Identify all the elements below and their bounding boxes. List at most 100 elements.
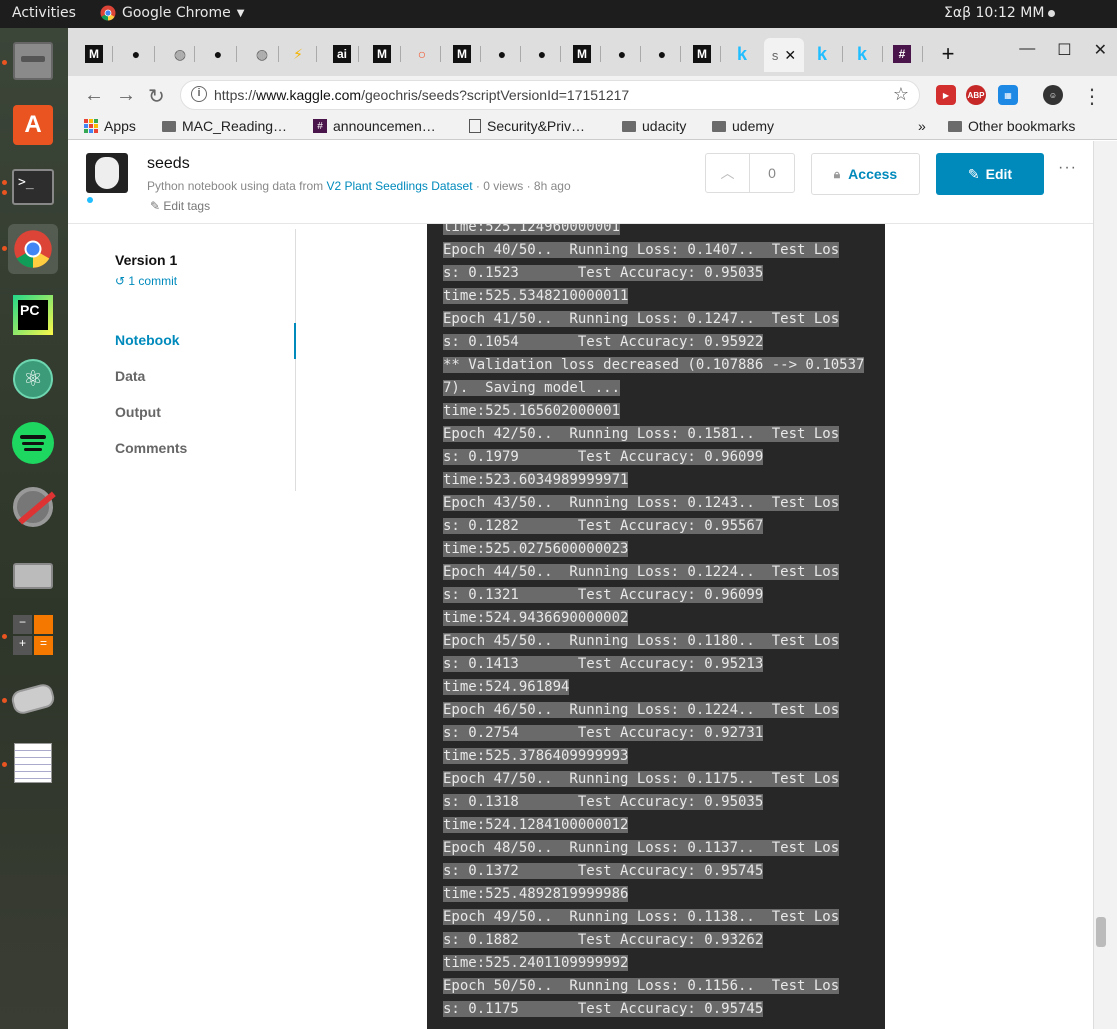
tab-github[interactable]: ● bbox=[124, 40, 148, 68]
avatar[interactable] bbox=[86, 153, 128, 193]
dataset-link[interactable]: V2 Plant Seedlings Dataset bbox=[326, 179, 472, 193]
tab-github[interactable]: ● bbox=[650, 40, 674, 68]
terminal-icon[interactable]: >_ bbox=[8, 162, 58, 212]
profile-avatar[interactable]: ☺ bbox=[1043, 85, 1063, 105]
log-line-text: time:525.4892819999986 bbox=[443, 886, 629, 902]
github-icon: ● bbox=[131, 46, 141, 62]
tab-separator bbox=[236, 46, 237, 62]
tab-github[interactable]: ● bbox=[610, 40, 634, 68]
medium-icon: M bbox=[85, 45, 103, 63]
edit-tags-link[interactable]: ✎ Edit tags bbox=[150, 199, 210, 213]
tab-ring[interactable]: ○ bbox=[410, 40, 434, 68]
new-tab-button[interactable]: + bbox=[936, 40, 960, 68]
bookmark-item[interactable]: # announcemen… bbox=[313, 118, 436, 134]
tab-medium[interactable]: M bbox=[690, 40, 714, 68]
back-arrow-icon[interactable]: ← bbox=[84, 84, 104, 107]
bookmark-item[interactable]: Security&Priv… bbox=[469, 118, 585, 134]
log-line: time:525.2401109999992 bbox=[443, 952, 864, 975]
software-center-icon[interactable]: A bbox=[8, 100, 58, 150]
tab-medium[interactable]: M bbox=[370, 40, 394, 68]
maximize-icon[interactable]: ☐ bbox=[1057, 40, 1071, 60]
scrollbar-thumb[interactable] bbox=[1096, 917, 1106, 947]
tab-github[interactable]: ● bbox=[530, 40, 554, 68]
other-bookmarks[interactable]: Other bookmarks bbox=[948, 118, 1075, 134]
pencil-icon: ✎ bbox=[967, 165, 980, 182]
tab-active[interactable]: s ✕ bbox=[764, 38, 804, 72]
log-line: time:525.124960000001 bbox=[443, 224, 864, 239]
app-menu[interactable]: Google Chrome ▼ bbox=[100, 5, 244, 21]
tab-separator bbox=[720, 46, 721, 62]
bookmark-label: Security&Priv… bbox=[487, 118, 586, 134]
tab-kaggle[interactable]: k bbox=[810, 40, 834, 68]
sidebar-item-notebook[interactable]: Notebook bbox=[115, 332, 180, 348]
tab-github[interactable]: ● bbox=[490, 40, 514, 68]
log-line-text: Epoch 42/50.. Running Loss: 0.1581.. Tes… bbox=[443, 426, 840, 442]
sidebar-item-comments[interactable]: Comments bbox=[115, 440, 187, 456]
log-line-text: Epoch 43/50.. Running Loss: 0.1243.. Tes… bbox=[443, 495, 840, 511]
tab-web[interactable]: ◍ bbox=[166, 40, 194, 68]
bookmark-item[interactable]: udemy bbox=[712, 118, 774, 134]
activities-button[interactable]: Activities bbox=[12, 5, 76, 21]
tab-separator bbox=[842, 46, 843, 62]
pycharm-icon[interactable]: PC bbox=[8, 290, 58, 340]
tab-github[interactable]: ● bbox=[206, 40, 230, 68]
chrome-dock-icon[interactable] bbox=[8, 224, 58, 274]
toolbar: ← → ↻ i https://www.kaggle.com/geochris/… bbox=[68, 76, 1117, 114]
tab-web[interactable]: ◍ bbox=[248, 40, 276, 68]
tab-medium[interactable]: M bbox=[450, 40, 474, 68]
commit-link[interactable]: ↺ 1 commit bbox=[115, 274, 177, 288]
calculator-icon[interactable]: − + = bbox=[8, 610, 58, 660]
bookmark-apps[interactable]: Apps bbox=[84, 118, 136, 134]
running-indicator bbox=[2, 698, 7, 703]
window-controls: — ☐ ✕ bbox=[1019, 40, 1107, 60]
bookmarks-overflow[interactable]: » bbox=[918, 118, 926, 134]
tab-slack[interactable]: # bbox=[890, 40, 914, 68]
system-clock[interactable]: Σαβ 10:12 ΜΜ bbox=[944, 5, 1056, 21]
settings-icon[interactable] bbox=[8, 482, 58, 532]
menu-dots-icon[interactable]: ⋮ bbox=[1082, 84, 1102, 109]
address-bar[interactable]: i https://www.kaggle.com/geochris/seeds?… bbox=[180, 80, 920, 110]
minimize-icon[interactable]: — bbox=[1019, 40, 1035, 60]
tab-ai[interactable]: ai bbox=[330, 40, 354, 68]
log-line-text: Epoch 46/50.. Running Loss: 0.1224.. Tes… bbox=[443, 702, 840, 718]
upvote-button[interactable]: ︿ bbox=[706, 154, 750, 192]
close-window-icon[interactable]: ✕ bbox=[1094, 40, 1107, 60]
spotify-icon[interactable] bbox=[8, 418, 58, 468]
close-icon[interactable]: ✕ bbox=[784, 47, 796, 64]
notebook-output[interactable]: time:525.124960000001 Epoch 40/50.. Runni… bbox=[427, 224, 885, 1029]
log-line-text: s: 0.1523 Test Accuracy: 0.95035 bbox=[443, 265, 764, 281]
tab-separator bbox=[112, 46, 113, 62]
page-scrollbar[interactable] bbox=[1093, 141, 1117, 1029]
extension-icon[interactable]: ▦ bbox=[998, 85, 1018, 105]
tab-medium[interactable]: M bbox=[570, 40, 594, 68]
scanner-icon[interactable] bbox=[8, 674, 58, 724]
forward-arrow-icon[interactable]: → bbox=[116, 84, 136, 107]
text-editor-icon[interactable] bbox=[8, 738, 58, 788]
tab-kaggle[interactable]: k bbox=[850, 40, 874, 68]
bookmark-star-icon[interactable]: ☆ bbox=[893, 84, 909, 105]
atom-icon[interactable]: ⚛ bbox=[8, 354, 58, 404]
tab-separator bbox=[440, 46, 441, 62]
bookmark-item[interactable]: udacity bbox=[622, 118, 686, 134]
sidebar-item-output[interactable]: Output bbox=[115, 404, 161, 420]
mask-icon bbox=[95, 157, 119, 189]
edit-button[interactable]: ✎ Edit bbox=[936, 153, 1044, 195]
files-icon[interactable] bbox=[8, 36, 58, 86]
tab-bolt[interactable]: ⚡ bbox=[286, 40, 310, 68]
sidebar-item-data[interactable]: Data bbox=[115, 368, 145, 384]
info-icon[interactable]: i bbox=[191, 86, 207, 102]
adblock-icon[interactable]: ABP bbox=[966, 85, 986, 105]
tab-medium[interactable]: M bbox=[82, 40, 106, 68]
tab-strip: M ● ◍ ● ◍ ⚡ ai M ○ M ● ● M ● ● M k s ✕ k… bbox=[68, 28, 1117, 76]
reload-icon[interactable]: ↻ bbox=[148, 84, 165, 109]
extension-icon[interactable]: ▶ bbox=[936, 85, 956, 105]
access-button[interactable]: 🔒︎ Access bbox=[811, 153, 920, 195]
log-line: time:525.165602000001 bbox=[443, 400, 864, 423]
log-line: s: 0.1321 Test Accuracy: 0.96099 bbox=[443, 584, 864, 607]
tab-kaggle[interactable]: k bbox=[730, 40, 754, 68]
disk-utility-icon[interactable] bbox=[8, 546, 58, 596]
log-line: s: 0.1979 Test Accuracy: 0.96099 bbox=[443, 446, 864, 469]
bookmark-item[interactable]: MAC_Reading… bbox=[162, 118, 287, 134]
more-options-icon[interactable]: ··· bbox=[1058, 159, 1077, 177]
bookmark-label: Other bookmarks bbox=[968, 118, 1076, 134]
